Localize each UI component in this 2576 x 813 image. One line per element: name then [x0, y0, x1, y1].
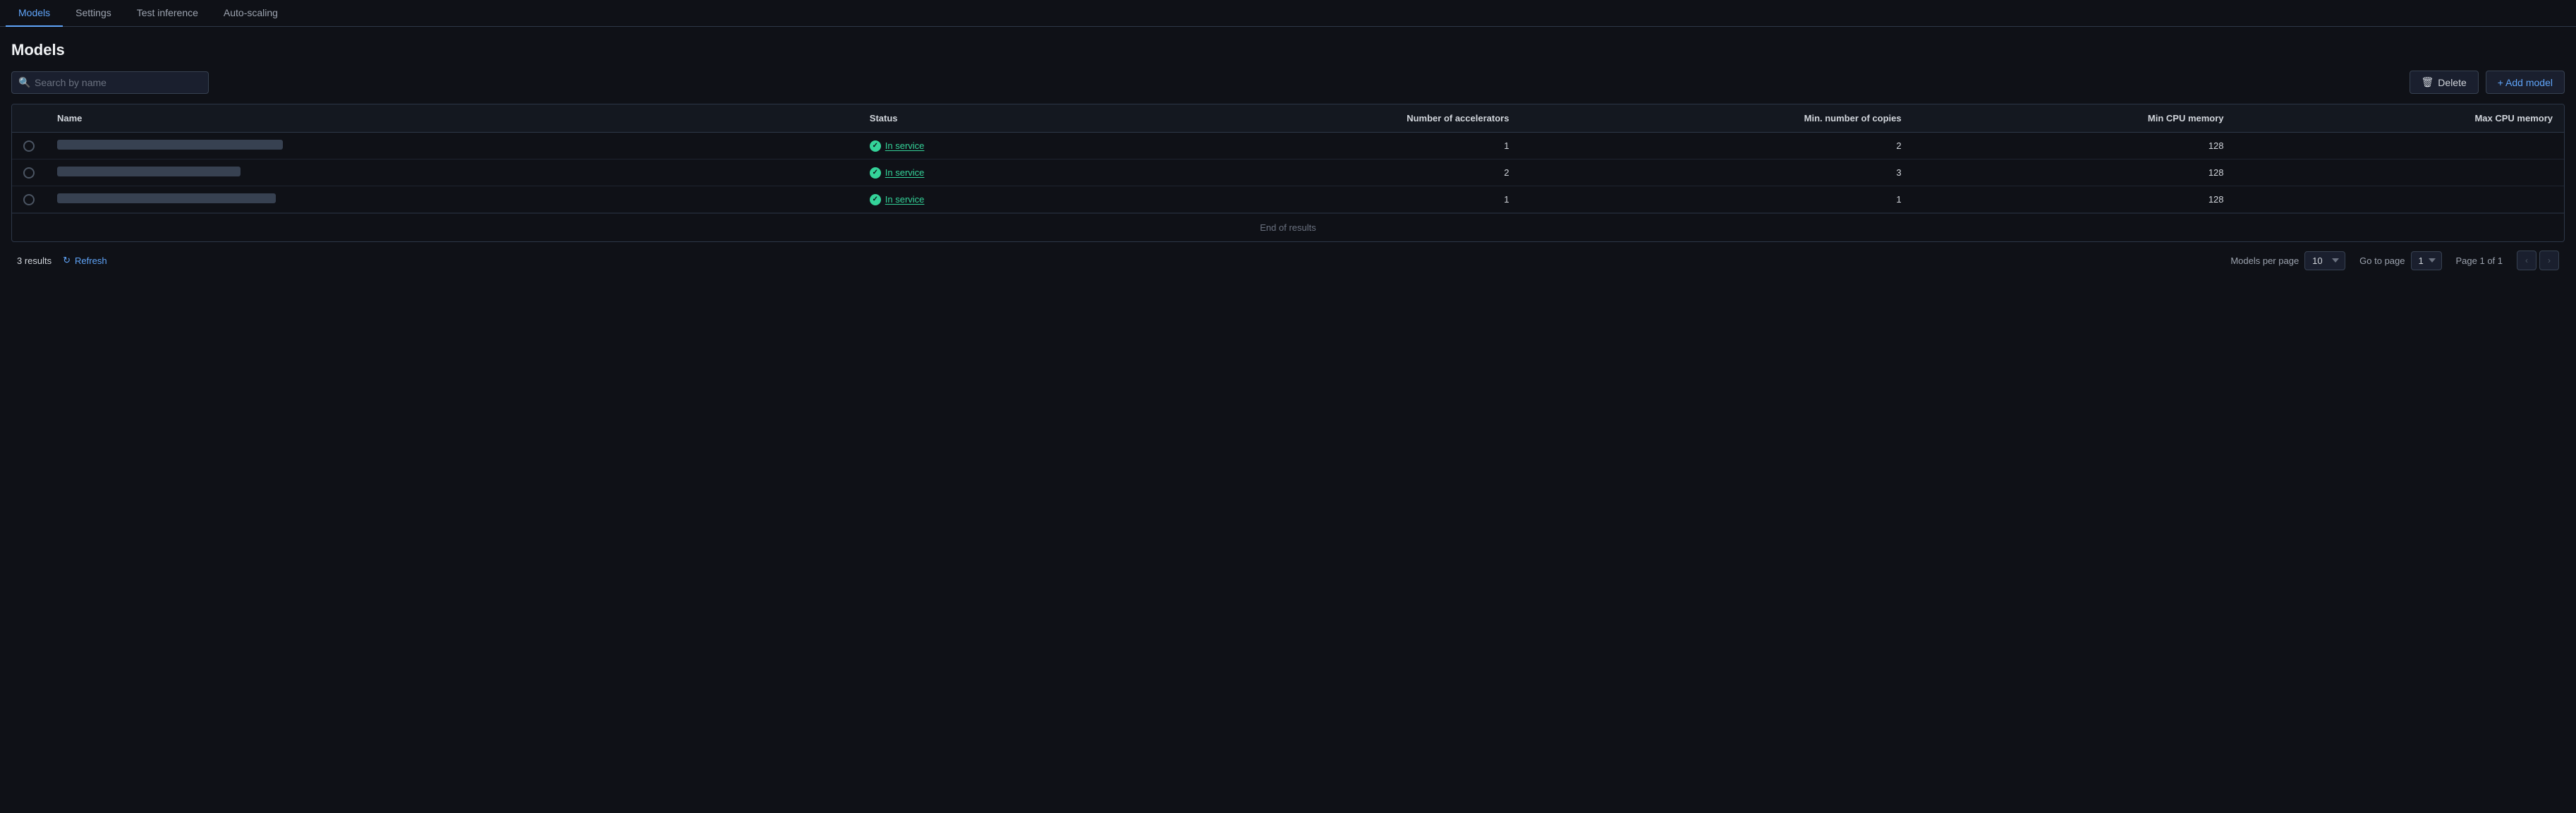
- row-status-cell[interactable]: In service: [858, 186, 1112, 213]
- tab-bar: Models Settings Test inference Auto-scal…: [0, 0, 2576, 27]
- status-check-icon: [870, 140, 881, 152]
- page-title: Models: [11, 41, 2565, 59]
- end-of-results: End of results: [12, 213, 2564, 241]
- per-page-select[interactable]: 10 25 50 100: [2304, 251, 2345, 270]
- results-count: 3 results: [17, 255, 51, 266]
- col-header-min-cpu: Min CPU memory: [1913, 104, 2235, 133]
- row-accelerators-cell: 1: [1112, 186, 1521, 213]
- status-label: In service: [885, 194, 925, 205]
- status-label: In service: [885, 167, 925, 178]
- row-name-cell: [46, 133, 858, 159]
- row-status-cell[interactable]: In service: [858, 159, 1112, 186]
- pagination-buttons: ‹ ›: [2517, 251, 2559, 270]
- row-name-cell: [46, 159, 858, 186]
- status-badge[interactable]: In service: [870, 194, 1100, 205]
- goto-page-select[interactable]: 1: [2411, 251, 2442, 270]
- delete-button[interactable]: 🗑 Delete: [2410, 71, 2479, 94]
- row-min-cpu-cell: 128: [1913, 133, 2235, 159]
- refresh-button[interactable]: ↻ Refresh: [63, 255, 107, 266]
- table-row: In service 12128: [12, 133, 2564, 159]
- refresh-icon: ↻: [63, 255, 71, 266]
- table-container: Name Status Number of accelerators Min. …: [11, 104, 2565, 242]
- next-page-button[interactable]: ›: [2539, 251, 2559, 270]
- per-page-label: Models per page: [2230, 255, 2299, 266]
- row-select-cell[interactable]: [12, 133, 46, 159]
- footer-right: Models per page 10 25 50 100 Go to page …: [2230, 251, 2559, 270]
- prev-page-button[interactable]: ‹: [2517, 251, 2536, 270]
- row-min-copies-cell: 2: [1520, 133, 1912, 159]
- col-header-status: Status: [858, 104, 1112, 133]
- row-min-cpu-cell: 128: [1913, 159, 2235, 186]
- name-bar: [57, 193, 276, 203]
- search-actions-row: 🔍 🗑 Delete + Add model: [11, 71, 2565, 94]
- add-model-label: + Add model: [2498, 77, 2553, 88]
- col-header-name: Name: [46, 104, 858, 133]
- tab-settings[interactable]: Settings: [63, 0, 124, 27]
- status-badge[interactable]: In service: [870, 167, 1100, 179]
- tab-test-inference[interactable]: Test inference: [124, 0, 211, 27]
- per-page-group: Models per page 10 25 50 100: [2230, 251, 2345, 270]
- status-badge[interactable]: In service: [870, 140, 1100, 152]
- tab-models[interactable]: Models: [6, 0, 63, 27]
- status-label: In service: [885, 140, 925, 151]
- table-footer: 3 results ↻ Refresh Models per page 10 2…: [11, 242, 2565, 279]
- row-radio[interactable]: [23, 140, 35, 152]
- row-max-cpu-cell: [2235, 186, 2564, 213]
- row-min-cpu-cell: 128: [1913, 186, 2235, 213]
- search-input[interactable]: [11, 71, 209, 94]
- row-select-cell[interactable]: [12, 186, 46, 213]
- row-radio[interactable]: [23, 167, 35, 179]
- row-min-copies-cell: 1: [1520, 186, 1912, 213]
- models-table: Name Status Number of accelerators Min. …: [12, 104, 2564, 213]
- footer-left: 3 results ↻ Refresh: [17, 255, 107, 266]
- trash-icon: 🗑: [2422, 76, 2434, 88]
- row-name-cell: [46, 186, 858, 213]
- page-content: Models 🔍 🗑 Delete + Add model Name Statu…: [0, 27, 2576, 293]
- row-radio[interactable]: [23, 194, 35, 205]
- table-row: In service 23128: [12, 159, 2564, 186]
- row-status-cell[interactable]: In service: [858, 133, 1112, 159]
- page-info: Page 1 of 1: [2456, 255, 2503, 266]
- goto-page-label: Go to page: [2359, 255, 2405, 266]
- row-max-cpu-cell: [2235, 133, 2564, 159]
- goto-page-group: Go to page 1: [2359, 251, 2441, 270]
- table-row: In service11128: [12, 186, 2564, 213]
- refresh-label: Refresh: [75, 255, 107, 266]
- row-accelerators-cell: 2: [1112, 159, 1521, 186]
- delete-label: Delete: [2438, 77, 2466, 88]
- col-header-max-cpu: Max CPU memory: [2235, 104, 2564, 133]
- select-all-header: [12, 104, 46, 133]
- col-header-min-copies: Min. number of copies: [1520, 104, 1912, 133]
- row-accelerators-cell: 1: [1112, 133, 1521, 159]
- status-check-icon: [870, 167, 881, 179]
- col-header-accelerators: Number of accelerators: [1112, 104, 1521, 133]
- row-min-copies-cell: 3: [1520, 159, 1912, 186]
- search-container: 🔍: [11, 71, 209, 94]
- add-model-button[interactable]: + Add model: [2486, 71, 2565, 94]
- search-icon: 🔍: [18, 76, 30, 88]
- tab-auto-scaling[interactable]: Auto-scaling: [211, 0, 291, 27]
- name-bar: [57, 140, 283, 150]
- actions-row: 🗑 Delete + Add model: [2410, 71, 2565, 94]
- row-select-cell[interactable]: [12, 159, 46, 186]
- row-max-cpu-cell: [2235, 159, 2564, 186]
- status-check-icon: [870, 194, 881, 205]
- table-header-row: Name Status Number of accelerators Min. …: [12, 104, 2564, 133]
- name-bar: [57, 167, 241, 176]
